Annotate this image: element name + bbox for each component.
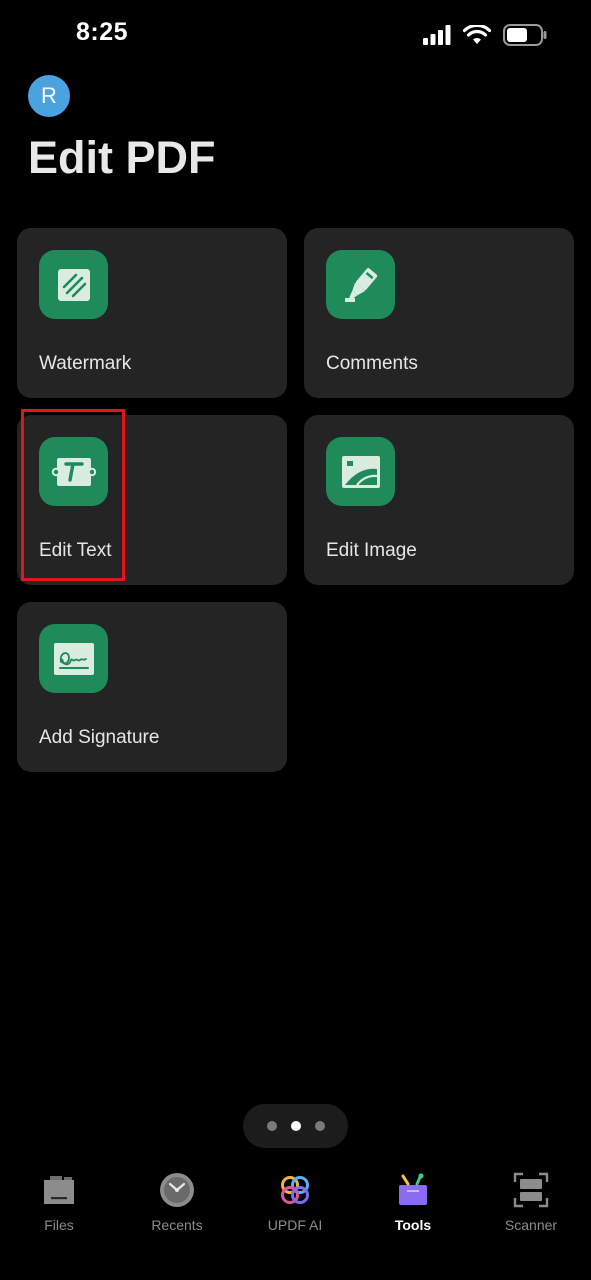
tab-bar: Files Recents UPDF AI Tools Scanner (0, 1165, 591, 1280)
image-icon (341, 455, 380, 488)
tab-updf-ai[interactable]: UPDF AI (245, 1165, 345, 1233)
page-title: Edit PDF (28, 132, 216, 183)
battery-icon (503, 24, 547, 46)
add-signature-label: Add Signature (39, 727, 160, 748)
tab-scanner-label: Scanner (504, 1217, 558, 1233)
edit-image-card[interactable]: Edit Image (304, 415, 574, 585)
comments-label: Comments (326, 353, 418, 374)
page-dot[interactable] (314, 1121, 325, 1131)
watermark-card[interactable]: Watermark (17, 228, 287, 398)
edit-text-label: Edit Text (39, 540, 112, 561)
watermark-tile (39, 250, 108, 319)
ai-icon (281, 1176, 309, 1204)
watermark-icon (57, 268, 90, 301)
add-signature-tile (39, 624, 108, 693)
tab-tools-label: Tools (394, 1217, 432, 1233)
tab-updf-ai-label: UPDF AI (267, 1217, 323, 1233)
comments-card[interactable]: Comments (304, 228, 574, 398)
tab-tools[interactable]: Tools (363, 1165, 463, 1233)
tab-files-label: Files (44, 1217, 74, 1233)
folder-icon (44, 1176, 74, 1204)
edit-text-tile (39, 437, 108, 506)
page-dot-active[interactable] (290, 1121, 301, 1131)
tab-recents-label: Recents (151, 1217, 203, 1233)
watermark-label: Watermark (39, 353, 132, 374)
page-indicator[interactable] (243, 1104, 348, 1148)
add-signature-card[interactable]: Add Signature (17, 602, 287, 772)
status-bar: 8:25 (0, 0, 591, 70)
avatar[interactable]: R (28, 75, 70, 117)
highlighter-icon (344, 267, 377, 302)
cellular-signal-icon (423, 25, 451, 45)
scanner-icon (513, 1172, 549, 1208)
edit-image-tile (326, 437, 395, 506)
toolbox-icon (399, 1173, 427, 1205)
edit-text-icon (51, 457, 96, 486)
status-icons (423, 24, 547, 46)
status-time: 8:25 (76, 18, 129, 46)
edit-text-card[interactable]: Edit Text (17, 415, 287, 585)
clock-icon (160, 1173, 194, 1207)
edit-image-label: Edit Image (326, 540, 417, 561)
tab-files[interactable]: Files (9, 1165, 109, 1233)
signature-icon (53, 642, 94, 675)
comments-tile (326, 250, 395, 319)
tab-scanner[interactable]: Scanner (481, 1165, 581, 1233)
page-dot[interactable] (266, 1121, 277, 1131)
tab-recents[interactable]: Recents (127, 1165, 227, 1233)
wifi-icon (463, 25, 491, 44)
